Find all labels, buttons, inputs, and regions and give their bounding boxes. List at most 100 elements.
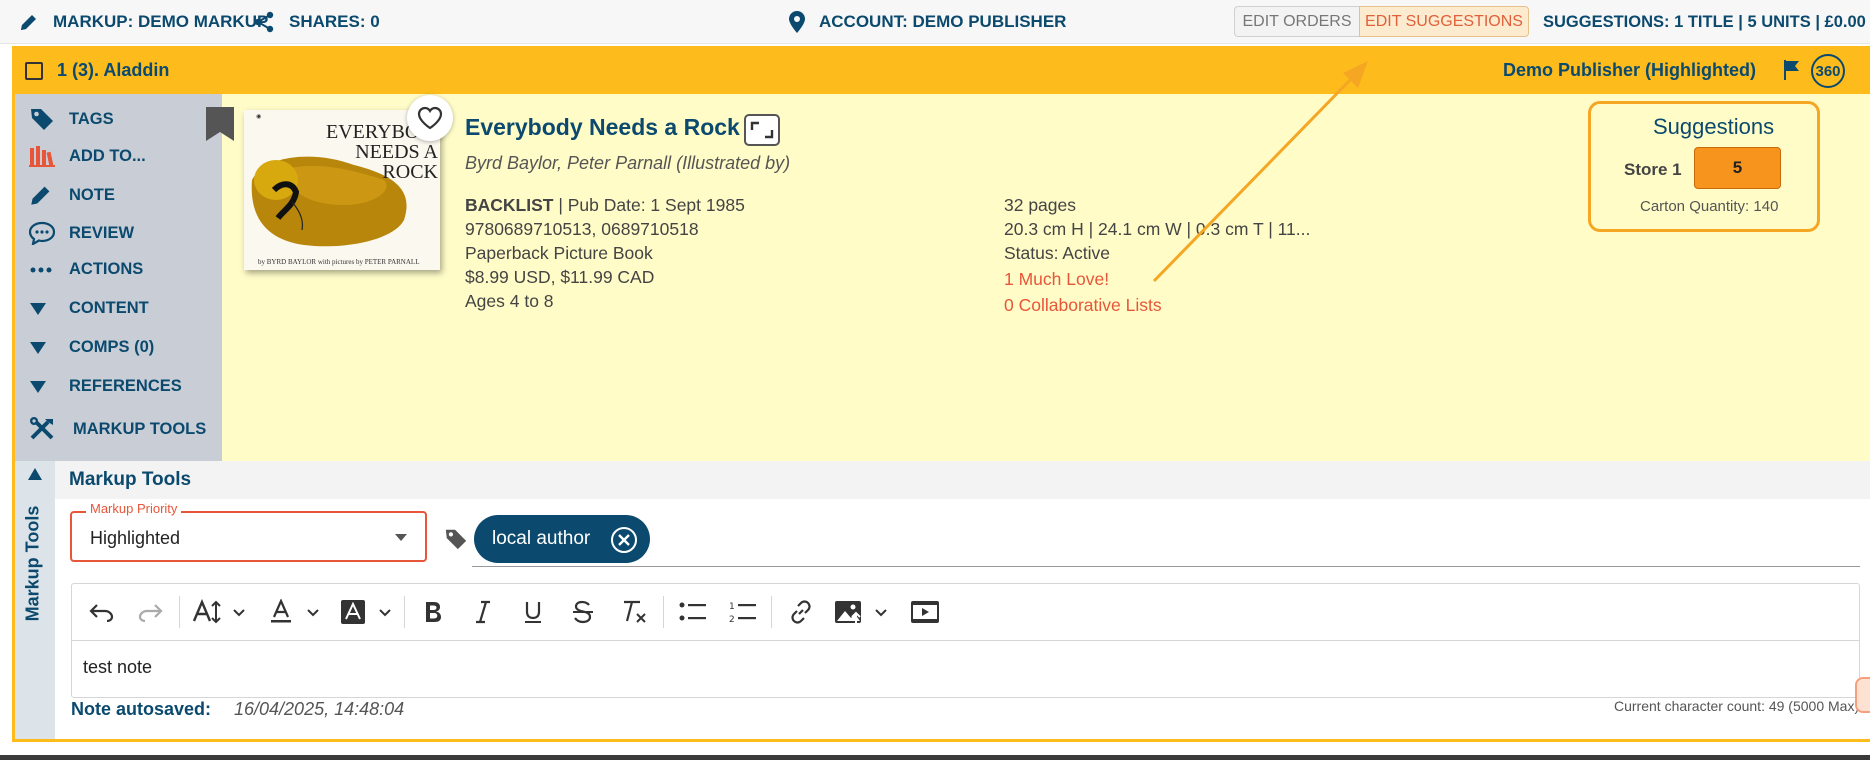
note-text[interactable]: test note	[83, 657, 152, 678]
markup-tools-side-label: Markup Tools	[22, 505, 43, 622]
book-details-left: BACKLIST | Pub Date: 1 Sept 1985 9780689…	[465, 193, 745, 313]
sidebar-item-markup-tools[interactable]: MARKUP TOOLS	[29, 416, 206, 442]
bulleted-list-button[interactable]	[676, 594, 710, 630]
publisher-priority-label: Demo Publisher (Highlighted)	[1503, 60, 1757, 80]
book-cover[interactable]: ◉ EVERYBODY NEEDS A ROCK by BYRD BAYLOR …	[244, 110, 440, 270]
edit-orders-button[interactable]: EDIT ORDERS	[1234, 6, 1360, 37]
toolbar-separator	[179, 596, 180, 628]
markup-menu[interactable]: MARKUP: DEMO MARKUP	[19, 0, 268, 44]
flag-icon[interactable]	[1782, 58, 1802, 82]
edit-suggestions-button[interactable]: EDIT SUGGESTIONS	[1359, 6, 1529, 37]
collab-lists-link[interactable]: 0 Collaborative Lists	[1004, 293, 1310, 317]
sidebar-item-review[interactable]: REVIEW	[29, 221, 134, 245]
svg-text:1: 1	[729, 602, 735, 612]
insert-media-button[interactable]	[908, 594, 942, 630]
tag-chip[interactable]: local author	[474, 515, 650, 563]
text-color-icon	[271, 599, 319, 623]
markup-tools-side-tab[interactable]: Markup Tools	[15, 461, 55, 739]
text-color-button[interactable]	[264, 594, 324, 630]
expand-icon[interactable]	[744, 114, 780, 146]
book-authors[interactable]: Byrd Baylor, Peter Parnall (Illustrated …	[465, 153, 790, 174]
badge-360[interactable]: 360	[1811, 54, 1845, 88]
ages-line: Ages 4 to 8	[465, 291, 554, 311]
pub-date: | Pub Date: 1 Sept 1985	[553, 195, 745, 215]
account-menu[interactable]: ACCOUNT: DEMO PUBLISHER	[789, 0, 1066, 44]
character-count: Current character count: 49 (5000 Max)	[1614, 698, 1860, 714]
favorite-button[interactable]	[407, 95, 453, 141]
strikethrough-button[interactable]	[568, 594, 598, 630]
font-size-button[interactable]	[190, 594, 250, 630]
shares-menu[interactable]: SHARES: 0	[253, 0, 380, 44]
caret-down-icon	[30, 380, 46, 393]
share-icon	[254, 11, 274, 33]
sidebar-item-label: ADD TO...	[69, 146, 146, 165]
undo-icon	[89, 604, 114, 622]
books-icon	[29, 146, 55, 167]
annotation-arrow	[1152, 61, 1368, 283]
remove-tag-button[interactable]	[611, 527, 637, 553]
tag-icon	[31, 109, 53, 130]
clear-formatting-button[interactable]	[618, 594, 652, 630]
sidebar-item-label: ACTIONS	[69, 260, 144, 278]
speech-bubble-icon	[29, 221, 55, 245]
sidebar-item-label: MARKUP TOOLS	[73, 419, 207, 438]
autosaved-label: Note autosaved:	[71, 699, 212, 719]
select-checkbox[interactable]	[25, 62, 43, 80]
caret-down-icon	[30, 302, 46, 315]
location-pin-icon	[789, 11, 805, 33]
redo-button[interactable]	[134, 594, 168, 630]
bottom-edge	[0, 755, 1870, 760]
italic-button[interactable]	[468, 594, 498, 630]
caret-up-icon[interactable]	[27, 467, 43, 481]
cover-credit: by BYRD BAYLOR with pictures by PETER PA…	[258, 258, 420, 266]
sidebar-item-label: REVIEW	[69, 223, 135, 242]
insert-image-button[interactable]	[832, 594, 892, 630]
tags-field-underline	[472, 566, 1860, 567]
undo-button[interactable]	[84, 594, 118, 630]
sidebar-item-label: NOTE	[69, 185, 115, 204]
numbered-list-button[interactable]: 12	[726, 594, 760, 630]
bookmark-icon[interactable]	[206, 107, 234, 141]
markup-priority-select[interactable]: Markup Priority Highlighted	[70, 501, 427, 562]
pencil-icon	[31, 186, 50, 205]
dropdown-arrow-icon	[395, 534, 407, 541]
sidebar-item-label: COMPS (0)	[69, 338, 155, 356]
highlight-color-button[interactable]	[336, 594, 396, 630]
strikethrough-icon	[573, 600, 593, 624]
suggestions-summary: SUGGESTIONS: 1 TITLE | 5 UNITS | £0.00	[1543, 12, 1866, 31]
bold-button[interactable]	[418, 594, 448, 630]
backlist-tag: BACKLIST	[465, 195, 554, 215]
underline-icon	[525, 602, 541, 623]
book-title[interactable]: Everybody Needs a Rock	[465, 114, 740, 141]
sidebar-item-content[interactable]: CONTENT	[29, 299, 149, 318]
link-icon	[791, 600, 811, 624]
title-bar: 1 (3). Aladdin Demo Publisher (Highlight…	[15, 49, 1870, 94]
sidebar-item-tags[interactable]: TAGS	[29, 106, 114, 132]
status-line: BACKLIST | Pub Date: 1 Sept 1985	[465, 193, 745, 217]
clear-formatting-icon	[624, 600, 646, 623]
numbered-list-icon: 12	[729, 602, 756, 624]
account-label: ACCOUNT: DEMO PUBLISHER	[819, 12, 1067, 31]
isbn-line: 9780689710513, 0689710518	[465, 219, 699, 239]
image-upload-icon	[835, 601, 887, 623]
resize-handle[interactable]	[1855, 677, 1870, 713]
underline-button[interactable]	[518, 594, 548, 630]
store-quantity-input[interactable]: 5	[1694, 147, 1781, 189]
heart-icon	[417, 106, 443, 130]
svg-text:2: 2	[729, 615, 735, 624]
action-sidebar: TAGS ADD TO... NOTE REVIEW ACTIONS CONTE…	[15, 94, 222, 461]
highlight-color-icon	[341, 600, 391, 624]
sidebar-item-note[interactable]: NOTE	[29, 183, 115, 207]
sidebar-item-comps[interactable]: COMPS (0)	[29, 338, 154, 357]
insert-link-button[interactable]	[784, 594, 818, 630]
toolbar-separator	[663, 596, 664, 628]
tag-chip-label: local author	[492, 528, 591, 549]
markup-priority-value: Highlighted	[90, 528, 181, 548]
sidebar-item-add-to[interactable]: ADD TO...	[29, 144, 146, 168]
markup-label: MARKUP: DEMO MARKUP	[53, 12, 269, 31]
bold-icon	[426, 602, 441, 622]
font-size-icon	[192, 599, 245, 624]
sidebar-item-actions[interactable]: ACTIONS	[29, 260, 143, 279]
sidebar-item-label: REFERENCES	[69, 377, 182, 395]
sidebar-item-references[interactable]: REFERENCES	[29, 377, 182, 396]
